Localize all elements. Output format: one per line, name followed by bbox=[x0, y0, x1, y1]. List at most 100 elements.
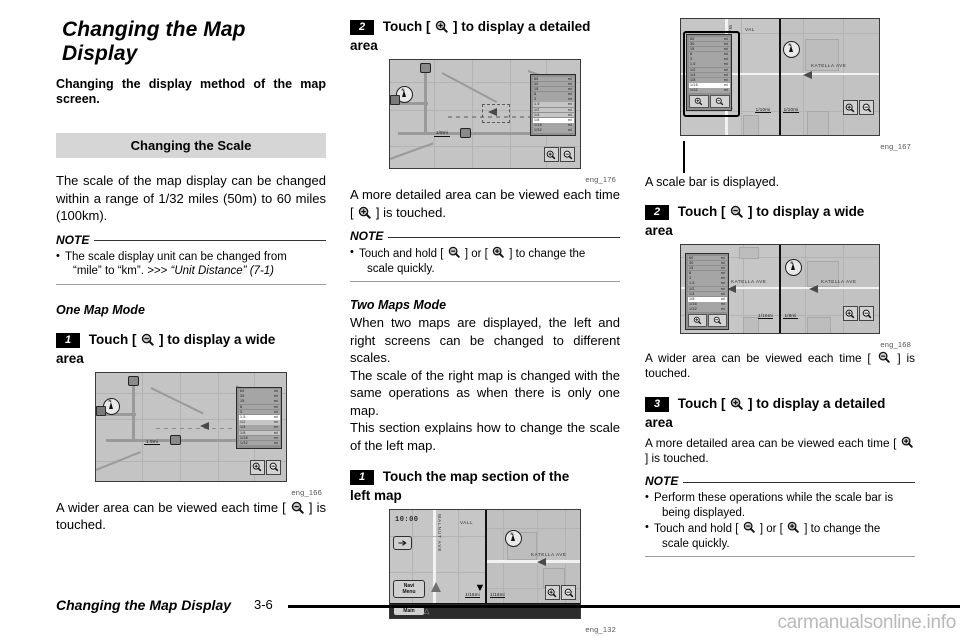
scale-row: 1/16 mi bbox=[532, 123, 574, 128]
note-item: Touch and hold [ ] or [ ] to change the … bbox=[645, 520, 915, 551]
note-rule bbox=[388, 236, 620, 238]
vehicle-position-icon bbox=[488, 108, 497, 116]
step-3-right: 3 Touch [ ] to display a detailed bbox=[645, 395, 915, 413]
map-main-road bbox=[781, 73, 879, 76]
footer-rule bbox=[288, 605, 960, 608]
nav-screen-eng176: N 1/8mi 60 mi 30 mi 15 mi 8 mi 3 mi 1.5 mi 1/2… bbox=[389, 59, 581, 169]
figure-eng168: KATELLA AVE 1/16mi 60 mi 30 mi 15 mi 8 mi 3m… bbox=[645, 244, 915, 349]
note-line-2-wrap: “mile” to “km”. >>> “Unit Distance” (7-1… bbox=[65, 264, 326, 279]
zoom-out-button[interactable] bbox=[709, 95, 730, 109]
map-zoom-buttons[interactable] bbox=[249, 459, 281, 475]
vehicle-position-icon bbox=[809, 285, 818, 293]
map-main-road bbox=[781, 287, 879, 289]
scale-row: 60 mi bbox=[532, 76, 574, 82]
scale-row: 60 mi bbox=[688, 36, 730, 42]
map-scale-indicator: 1/10mi bbox=[783, 106, 799, 113]
note-block-middle: NOTE Touch and hold [ ] or [ ] to change… bbox=[350, 229, 620, 282]
right-map-pane[interactable]: KATELLA AVE N 1/8mi bbox=[781, 245, 879, 333]
scale-row: 1.5 mi bbox=[532, 102, 574, 108]
step-text: Touch the map section of the bbox=[382, 469, 570, 484]
zoom-out-button[interactable] bbox=[266, 459, 281, 475]
note-header: NOTE bbox=[645, 474, 915, 488]
scale-bar-rows: 60 mi 30 mi 15 mi 8 mi 3 mi 1.5 mi 1/2 mi 1/4 mi… bbox=[532, 76, 574, 134]
nav-screen-eng166: N 1.5mi 60 mi 30 mi 15 mi 8 mi 3 mi 1.5 mi 1/2… bbox=[95, 371, 287, 482]
step-number-badge: 2 bbox=[350, 20, 374, 35]
scale-row: 60 mi bbox=[687, 255, 727, 261]
left-map-pane[interactable]: WALNUT AVE VAL 1/10mi 60mi 30mi 15mi 8mi bbox=[681, 19, 779, 135]
scale-bar-buttons[interactable] bbox=[688, 95, 730, 109]
zoom-out-button[interactable] bbox=[859, 306, 874, 321]
scale-row-selected: 1/8 mi bbox=[687, 297, 727, 302]
zoom-in-button[interactable] bbox=[842, 100, 858, 115]
step-2-middle-continuation: area bbox=[350, 38, 378, 53]
scale-row: 1/8 mi bbox=[238, 430, 280, 436]
scale-bar-rows: 60 mi 30 mi 15 mi 8 mi 3 mi 1.5 mi 1/2 mi 1/4 mi… bbox=[238, 389, 280, 446]
scale-bar-widget[interactable]: 60 mi 30 mi 15 mi 8 mi 3 mi 1.5 mi 1/2 mi 1/4 mi… bbox=[236, 386, 282, 449]
note-header: NOTE bbox=[350, 229, 620, 243]
map-scale-indicator: 1/10mi bbox=[755, 106, 771, 113]
scale-row: 1/2 mi bbox=[238, 420, 280, 425]
scale-row: 15 mi bbox=[238, 399, 280, 404]
map-highway bbox=[132, 380, 136, 441]
footer-title: Changing the Map Display bbox=[56, 597, 232, 613]
figure-eng166: N 1.5mi 60 mi 30 mi 15 mi 8 mi 3 mi 1.5 mi 1/2… bbox=[56, 371, 326, 497]
map-zoom-buttons[interactable] bbox=[842, 306, 874, 321]
page-title: Changing the Map Display bbox=[62, 18, 246, 65]
scale-bar-widget[interactable]: 60 mi 30 mi 15 mi 8 mi 3 mi 1.5 mi 1/2 mi 1/4 mi… bbox=[686, 34, 732, 111]
scale-row: 1/32 mi bbox=[688, 88, 730, 93]
zoom-in-button[interactable] bbox=[688, 95, 709, 109]
zoom-in-button[interactable] bbox=[249, 459, 265, 475]
scale-bar-buttons[interactable] bbox=[687, 314, 727, 328]
zoom-out-icon bbox=[878, 351, 891, 364]
note-block-right: NOTE Perform these operations while the … bbox=[645, 474, 915, 557]
scale-row: 30 mi bbox=[532, 81, 574, 87]
left-map-pane[interactable]: KATELLA AVE 1/16mi 60 mi 30 mi 15 mi 8 mi 3m… bbox=[681, 245, 779, 333]
scale-bar-widget[interactable]: 60 mi 30 mi 15 mi 8 mi 3 mi 1.5 mi 1/2 mi 1/4 mi… bbox=[685, 253, 729, 330]
callout-caption: A scale bar is displayed. bbox=[645, 175, 780, 189]
scale-row: 3 mi bbox=[688, 57, 730, 62]
scale-row-selected: 1/8 mi bbox=[532, 118, 574, 123]
highway-shield bbox=[128, 375, 139, 386]
zoom-out-button[interactable] bbox=[859, 100, 874, 115]
street-label: KATELLA AVE bbox=[821, 279, 857, 284]
figure-caption: eng_167 bbox=[880, 142, 911, 151]
manual-page: Changing the Map Display Changing the di… bbox=[0, 0, 960, 634]
map-road bbox=[434, 60, 436, 168]
scale-row: 15 mi bbox=[532, 86, 574, 92]
step-text-before: Touch [ bbox=[382, 19, 431, 34]
scale-bar-widget[interactable]: 60 mi 30 mi 15 mi 8 mi 3 mi 1.5 mi 1/2 mi 1/4 mi… bbox=[530, 74, 576, 137]
section-heading-changing-the-scale: Changing the Scale bbox=[56, 133, 326, 158]
zoom-out-icon bbox=[448, 246, 461, 259]
map-scale-indicator: 1/16mi bbox=[758, 312, 773, 319]
map-zoom-buttons[interactable] bbox=[543, 147, 575, 162]
zoom-out-button[interactable] bbox=[707, 314, 727, 328]
map-zoom-buttons[interactable] bbox=[842, 100, 874, 115]
note-line-2: being displayed. bbox=[662, 506, 746, 519]
scale-row: 1/32 mi bbox=[238, 440, 280, 446]
street-label: KATELLA AVE bbox=[531, 552, 567, 557]
wide-area-description-left: A wider area can be viewed each time [ ]… bbox=[56, 499, 326, 533]
map-poi-icon bbox=[390, 95, 400, 105]
zoom-in-button[interactable] bbox=[543, 147, 559, 162]
scale-row: 3 mi bbox=[532, 97, 574, 102]
zoom-in-button[interactable] bbox=[842, 306, 858, 321]
zoom-out-icon bbox=[730, 205, 744, 218]
right-map-pane[interactable]: KATELLA AVE N 1/10mi bbox=[781, 19, 879, 135]
map-poi-icon bbox=[96, 405, 106, 416]
scale-row: 1.5 mi bbox=[687, 281, 727, 287]
subheading-two-maps-mode: Two Maps Mode bbox=[350, 298, 447, 312]
note-rule bbox=[683, 481, 915, 483]
map-block bbox=[743, 115, 759, 135]
map-road bbox=[805, 245, 807, 333]
footer-page-number: 3-6 bbox=[254, 597, 273, 612]
scale-row: 1/16 mi bbox=[687, 302, 727, 307]
step-text-before: Touch [ bbox=[88, 331, 137, 347]
highway-shield bbox=[460, 128, 471, 138]
zoom-out-icon bbox=[141, 333, 155, 346]
back-button[interactable] bbox=[393, 536, 412, 550]
scale-row: 1/2 mi bbox=[532, 107, 574, 113]
zoom-in-button[interactable] bbox=[687, 314, 707, 328]
zoom-out-icon bbox=[291, 501, 304, 514]
zoom-in-icon bbox=[787, 521, 800, 534]
zoom-out-button[interactable] bbox=[560, 147, 575, 162]
